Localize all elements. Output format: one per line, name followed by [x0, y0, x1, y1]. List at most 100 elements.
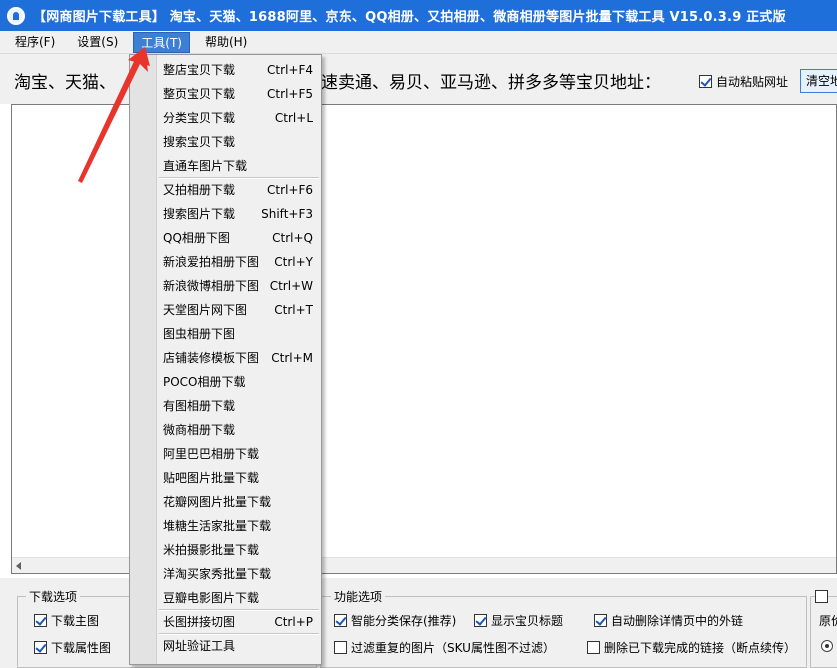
tools-menu-item[interactable]: QQ相册下图 Ctrl+Q — [157, 226, 321, 250]
tools-menu-item-label: 微商相册下载 — [163, 423, 236, 437]
menu-settings[interactable]: 设置(S) — [70, 32, 125, 53]
auto-paste-label: 自动粘贴网址 — [716, 75, 789, 89]
smart-save-option[interactable]: 智能分类保存(推荐) — [334, 612, 456, 629]
tools-menu-item-label: 直通车图片下载 — [163, 159, 248, 173]
auto-paste-checkbox[interactable]: 自动粘贴网址 — [699, 73, 788, 90]
tools-menu-item[interactable]: 新浪微博相册下图 Ctrl+W — [157, 274, 321, 298]
tools-dropdown-menu: 整店宝贝下载 Ctrl+F4 整页宝贝下载 Ctrl+F5 分类宝贝下载 Ctrl+L 搜索… — [129, 54, 322, 665]
tools-menu-item[interactable]: 米拍摄影批量下载 — [157, 538, 321, 562]
tools-menu-item[interactable]: 直通车图片下载 — [157, 154, 321, 178]
tools-menu-item-shortcut: Ctrl+F5 — [267, 87, 313, 101]
show-title-checkbox[interactable] — [474, 614, 487, 627]
auto-delete-links-option[interactable]: 自动删除详情页中的外链 — [594, 612, 743, 629]
tools-menu-item-label: 分类宝贝下载 — [163, 111, 236, 125]
tools-menu-item-label: 店铺装修模板下图 — [163, 351, 260, 365]
tools-menu-item[interactable]: 微商相册下载 — [157, 418, 321, 442]
tools-menu-item-label: QQ相册下图 — [163, 231, 230, 245]
tools-menu-item[interactable]: 又拍相册下载 Ctrl+F6 — [157, 178, 321, 202]
tools-menu-item-label: POCO相册下载 — [163, 375, 246, 389]
menu-program[interactable]: 程序(F) — [8, 32, 62, 53]
tools-menu-item[interactable]: 整页宝贝下载 Ctrl+F5 — [157, 82, 321, 106]
tools-menu-item[interactable]: 搜索图片下载 Shift+F3 — [157, 202, 321, 226]
tools-menu-item-label: 整店宝贝下载 — [163, 63, 236, 77]
download-main-image-option[interactable]: 下载主图 — [34, 612, 99, 629]
scroll-left-arrow-icon[interactable] — [16, 562, 21, 570]
menu-bar: 程序(F) 设置(S) 工具(T) 帮助(H) — [0, 31, 837, 54]
filter-duplicates-option[interactable]: 过滤重复的图片（SKU属性图不过滤） — [334, 639, 555, 656]
tools-menu-item[interactable]: 有图相册下载 — [157, 394, 321, 418]
tools-menu-item[interactable]: 图虫相册下图 — [157, 322, 321, 346]
tools-menu-item[interactable]: 网址验证工具 — [157, 634, 321, 658]
tools-menu-item-label: 有图相册下载 — [163, 399, 236, 413]
price-options-checkbox[interactable] — [815, 590, 828, 603]
app-icon — [7, 6, 25, 25]
options-panel: 下载选项 下载主图 下载属性图 功能选项 智能分类保存(推荐) 显示宝贝标题 自… — [0, 578, 837, 668]
tools-menu-item[interactable]: POCO相册下载 — [157, 370, 321, 394]
auto-delete-links-checkbox[interactable] — [594, 614, 607, 627]
tools-menu-item-label: 堆糖生活家批量下载 — [163, 519, 272, 533]
menu-icon-gutter — [130, 55, 157, 664]
clear-address-button[interactable]: 清空地址 — [800, 69, 837, 93]
menu-tools[interactable]: 工具(T) — [133, 31, 190, 53]
filter-duplicates-label: 过滤重复的图片（SKU属性图不过滤） — [351, 641, 555, 655]
tools-menu-item-shortcut: Ctrl+W — [269, 279, 313, 293]
download-main-image-checkbox[interactable] — [34, 614, 47, 627]
tools-menu-item[interactable]: 阿里巴巴相册下载 — [157, 442, 321, 466]
tools-menu-item-shortcut: Ctrl+Y — [274, 255, 313, 269]
tools-menu-item[interactable]: 搜索宝贝下载 — [157, 130, 321, 154]
tools-menu-item[interactable]: 分类宝贝下载 Ctrl+L — [157, 106, 321, 130]
tools-menu-item-label: 网址验证工具 — [163, 639, 236, 653]
price-radio[interactable] — [821, 640, 833, 652]
address-label-left: 淘宝、天猫、 — [14, 73, 116, 93]
auto-delete-links-label: 自动删除详情页中的外链 — [611, 614, 744, 628]
tools-menu-item-label: 搜索宝贝下载 — [163, 135, 236, 149]
tools-menu-item[interactable]: 洋淘买家秀批量下载 — [157, 562, 321, 586]
delete-finished-checkbox[interactable] — [587, 641, 600, 654]
delete-finished-label: 删除已下载完成的链接（断点续传） — [604, 641, 797, 655]
tools-menu-item-shortcut: Ctrl+L — [274, 111, 313, 125]
tools-menu-item-shortcut: Ctrl+T — [274, 303, 313, 317]
address-row: 淘宝、天猫、 速卖通、易贝、亚马逊、拼多多等宝贝地址： 自动粘贴网址 清空地址 — [0, 54, 837, 104]
show-title-option[interactable]: 显示宝贝标题 — [474, 612, 563, 629]
window-title: 【网商图片下载工具】 淘宝、天猫、1688阿里、京东、QQ相册、又拍相册、微商相… — [33, 10, 786, 25]
function-options-group: 功能选项 智能分类保存(推荐) 显示宝贝标题 自动删除详情页中的外链 过滤重复的… — [320, 588, 807, 668]
tools-menu-item-label: 阿里巴巴相册下载 — [163, 447, 260, 461]
tools-menu-item[interactable]: 新浪爱拍相册下图 Ctrl+Y — [157, 250, 321, 274]
tools-menu-item[interactable]: 天堂图片网下图 Ctrl+T — [157, 298, 321, 322]
tools-menu-item-shortcut: Ctrl+M — [271, 351, 313, 365]
download-attr-image-option[interactable]: 下载属性图 — [34, 639, 111, 656]
delete-finished-option[interactable]: 删除已下载完成的链接（断点续传） — [587, 639, 796, 656]
tools-menu-item-shortcut: Shift+F3 — [261, 207, 313, 221]
tools-menu-item[interactable]: 堆糖生活家批量下载 — [157, 514, 321, 538]
smart-save-label: 智能分类保存(推荐) — [351, 614, 457, 628]
price-options-label: 原价 — [819, 614, 837, 628]
tools-menu-item[interactable]: 长图拼接切图 Ctrl+P — [157, 610, 321, 634]
tools-menu-item[interactable]: 整店宝贝下载 Ctrl+F4 — [157, 58, 321, 82]
tools-menu-item-label: 米拍摄影批量下载 — [163, 543, 260, 557]
tools-menu-item-label: 又拍相册下载 — [163, 183, 236, 197]
tools-menu-item-shortcut: Ctrl+P — [274, 615, 313, 629]
download-main-image-label: 下载主图 — [51, 614, 100, 628]
tools-menu-item-shortcut: Ctrl+F4 — [267, 63, 313, 77]
tools-menu-item-label: 花瓣网图片批量下载 — [163, 495, 272, 509]
tools-menu-item-label: 长图拼接切图 — [163, 615, 236, 629]
tools-menu-item-label: 洋淘买家秀批量下载 — [163, 567, 272, 581]
tools-menu-item[interactable]: 店铺装修模板下图 Ctrl+M — [157, 346, 321, 370]
download-attr-image-checkbox[interactable] — [34, 641, 47, 654]
download-attr-image-label: 下载属性图 — [51, 641, 112, 655]
show-title-label: 显示宝贝标题 — [491, 614, 564, 628]
tools-menu-item[interactable]: 花瓣网图片批量下载 — [157, 490, 321, 514]
tools-menu-item-label: 搜索图片下载 — [163, 207, 236, 221]
tools-menu-item-label: 整页宝贝下载 — [163, 87, 236, 101]
filter-duplicates-checkbox[interactable] — [334, 641, 347, 654]
tools-menu-item-label: 贴吧图片批量下载 — [163, 471, 260, 485]
tools-menu-item[interactable]: 豆瓣电影图片下载 — [157, 586, 321, 610]
tools-menu-item[interactable]: 贴吧图片批量下载 — [157, 466, 321, 490]
auto-paste-checkbox-box[interactable] — [699, 75, 712, 88]
price-options-group: 原价 — [810, 590, 837, 668]
title-bar: 【网商图片下载工具】 淘宝、天猫、1688阿里、京东、QQ相册、又拍相册、微商相… — [0, 0, 837, 31]
tools-menu-item-shortcut: Ctrl+F6 — [267, 183, 313, 197]
menu-help[interactable]: 帮助(H) — [198, 32, 254, 53]
download-options-legend: 下载选项 — [26, 588, 81, 605]
smart-save-checkbox[interactable] — [334, 614, 347, 627]
